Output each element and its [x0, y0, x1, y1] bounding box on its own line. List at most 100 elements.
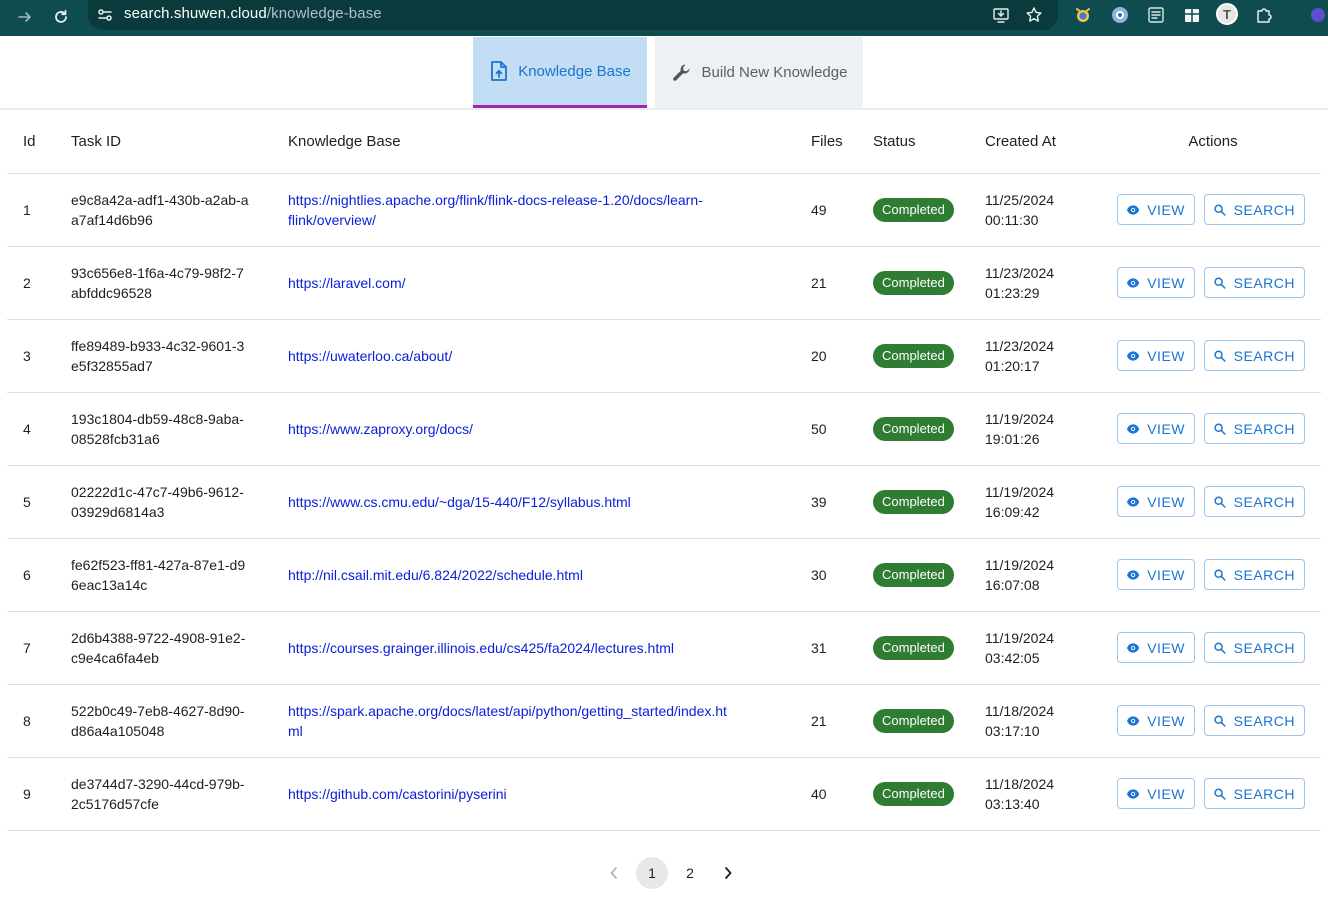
- view-button[interactable]: VIEW: [1117, 486, 1195, 517]
- cell-id: 8: [7, 684, 71, 758]
- knowledge-base-link[interactable]: https://uwaterloo.ca/about/: [288, 346, 728, 366]
- cell-id: 5: [7, 465, 71, 539]
- knowledge-base-link[interactable]: https://spark.apache.org/docs/latest/api…: [288, 701, 728, 741]
- view-button[interactable]: VIEW: [1117, 778, 1195, 809]
- url-text[interactable]: search.shuwen.cloud/knowledge-base: [124, 5, 382, 23]
- view-button[interactable]: VIEW: [1117, 340, 1195, 371]
- table-row: 6 fe62f523-ff81-427a-87e1-d96eac13a14c h…: [7, 538, 1321, 612]
- view-button[interactable]: VIEW: [1117, 559, 1195, 590]
- search-button[interactable]: SEARCH: [1204, 778, 1305, 809]
- tab-label: Knowledge Base: [518, 62, 631, 80]
- view-label: VIEW: [1147, 639, 1185, 656]
- table-row: 3 ffe89489-b933-4c32-9601-3e5f32855ad7 h…: [7, 319, 1321, 393]
- cell-task-id: 02222d1c-47c7-49b6-9612-03929d6814a3: [71, 483, 244, 520]
- cell-id: 7: [7, 611, 71, 685]
- browser-toolbar: search.shuwen.cloud/knowledge-base T: [0, 0, 1328, 36]
- knowledge-base-link[interactable]: https://www.zaproxy.org/docs/: [288, 419, 728, 439]
- knowledge-base-link[interactable]: http://nil.csail.mit.edu/6.824/2022/sche…: [288, 565, 728, 585]
- forward-button[interactable]: [12, 4, 38, 30]
- knowledge-base-link[interactable]: https://courses.grainger.illinois.edu/cs…: [288, 638, 728, 658]
- page-button-2[interactable]: 2: [674, 857, 706, 889]
- install-app-icon[interactable]: [990, 4, 1012, 26]
- cell-created-at: 11/19/2024 16:07:08: [985, 538, 1105, 612]
- next-page-button[interactable]: [712, 857, 744, 889]
- view-button[interactable]: VIEW: [1117, 267, 1195, 298]
- view-button[interactable]: VIEW: [1117, 705, 1195, 736]
- view-button[interactable]: VIEW: [1117, 194, 1195, 225]
- search-label: SEARCH: [1233, 274, 1295, 291]
- status-badge: Completed: [873, 416, 954, 441]
- cell-files: 50: [811, 392, 873, 466]
- eye-icon: [1127, 496, 1140, 507]
- cell-task-id: de3744d7-3290-44cd-979b-2c5176d57cfe: [71, 775, 245, 812]
- view-button[interactable]: VIEW: [1117, 632, 1195, 663]
- search-button[interactable]: SEARCH: [1204, 705, 1305, 736]
- site-settings-icon[interactable]: [96, 6, 114, 24]
- view-label: VIEW: [1147, 201, 1185, 218]
- search-button[interactable]: SEARCH: [1204, 267, 1305, 298]
- table-row: 1 e9c8a42a-adf1-430b-a2ab-aa7af14d6b96 h…: [7, 173, 1321, 247]
- header-files: Files: [811, 110, 873, 174]
- circle-extension-icon[interactable]: [1108, 3, 1132, 27]
- previous-page-button[interactable]: [598, 857, 630, 889]
- search-button[interactable]: SEARCH: [1204, 559, 1305, 590]
- created-time: 00:11:30: [985, 211, 1039, 228]
- view-label: VIEW: [1147, 347, 1185, 364]
- search-icon: [1214, 569, 1226, 581]
- search-label: SEARCH: [1233, 420, 1295, 437]
- status-badge: Completed: [873, 562, 954, 587]
- created-date: 11/18/2024: [985, 775, 1055, 792]
- search-button[interactable]: SEARCH: [1204, 486, 1305, 517]
- knowledge-base-link[interactable]: https://nightlies.apache.org/flink/flink…: [288, 190, 728, 230]
- header-status: Status: [873, 110, 985, 174]
- search-label: SEARCH: [1233, 566, 1295, 583]
- cell-files: 49: [811, 173, 873, 247]
- pagination: 1 2: [598, 857, 744, 889]
- reader-extension-icon[interactable]: [1144, 3, 1168, 27]
- eye-icon: [1127, 569, 1140, 580]
- status-badge: Completed: [873, 635, 954, 660]
- created-date: 11/23/2024: [985, 337, 1055, 354]
- cell-created-at: 11/19/2024 03:42:05: [985, 611, 1105, 685]
- search-button[interactable]: SEARCH: [1204, 632, 1305, 663]
- search-icon: [1214, 350, 1226, 362]
- cell-files: 40: [811, 757, 873, 831]
- search-icon: [1214, 277, 1226, 289]
- view-label: VIEW: [1147, 785, 1185, 802]
- page-button-1[interactable]: 1: [636, 857, 668, 889]
- view-button[interactable]: VIEW: [1117, 413, 1195, 444]
- bookmark-star-icon[interactable]: [1023, 4, 1045, 26]
- header-id: Id: [7, 110, 71, 174]
- profile-avatar[interactable]: T: [1216, 3, 1238, 25]
- eye-icon: [1127, 642, 1140, 653]
- table-body: 1 e9c8a42a-adf1-430b-a2ab-aa7af14d6b96 h…: [7, 173, 1321, 831]
- created-time: 03:17:10: [985, 722, 1040, 739]
- address-bar[interactable]: search.shuwen.cloud/knowledge-base: [88, 0, 1058, 30]
- alarm-extension-icon[interactable]: [1071, 3, 1095, 27]
- reload-button[interactable]: [48, 4, 74, 30]
- table-row: 4 193c1804-db59-48c8-9aba-08528fcb31a6 h…: [7, 392, 1321, 466]
- search-label: SEARCH: [1233, 493, 1295, 510]
- globe-extension-icon[interactable]: [1304, 3, 1328, 27]
- knowledge-base-link[interactable]: https://github.com/castorini/pyserini: [288, 784, 728, 804]
- knowledge-base-link[interactable]: https://laravel.com/: [288, 273, 728, 293]
- puzzle-extensions-icon[interactable]: [1252, 3, 1276, 27]
- search-button[interactable]: SEARCH: [1204, 340, 1305, 371]
- cell-created-at: 11/25/2024 00:11:30: [985, 173, 1105, 247]
- view-label: VIEW: [1147, 274, 1185, 291]
- eye-icon: [1127, 277, 1140, 288]
- eye-icon: [1127, 423, 1140, 434]
- url-path: /knowledge-base: [266, 5, 382, 22]
- knowledge-base-link[interactable]: https://www.cs.cmu.edu/~dga/15-440/F12/s…: [288, 492, 728, 512]
- upload-file-icon: [491, 61, 508, 81]
- search-button[interactable]: SEARCH: [1204, 413, 1305, 444]
- gift-extension-icon[interactable]: [1180, 3, 1204, 27]
- cell-created-at: 11/23/2024 01:20:17: [985, 319, 1105, 393]
- tab-knowledge-base[interactable]: Knowledge Base: [473, 37, 647, 108]
- search-icon: [1214, 423, 1226, 435]
- search-icon: [1214, 496, 1226, 508]
- tab-build-new-knowledge[interactable]: Build New Knowledge: [655, 37, 863, 108]
- table-row: 5 02222d1c-47c7-49b6-9612-03929d6814a3 h…: [7, 465, 1321, 539]
- search-label: SEARCH: [1233, 785, 1295, 802]
- search-button[interactable]: SEARCH: [1204, 194, 1305, 225]
